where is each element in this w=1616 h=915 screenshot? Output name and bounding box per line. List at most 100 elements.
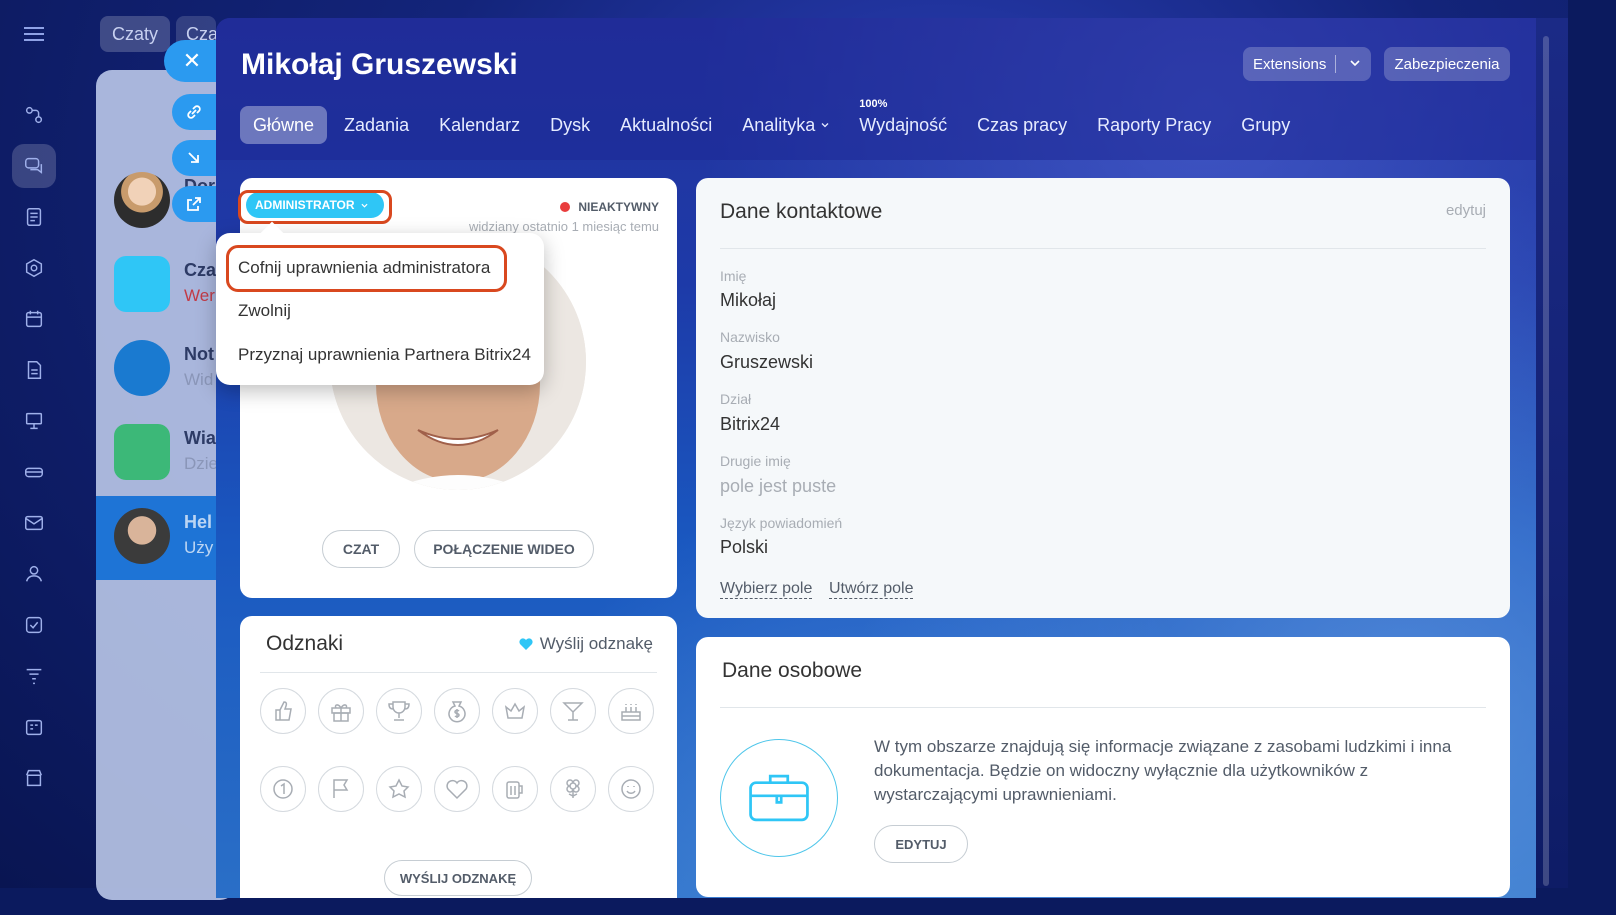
link-button[interactable] (172, 94, 216, 130)
grant-partner-menu-item[interactable]: Przyznaj uprawnienia Partnera Bitrix24 (238, 345, 531, 365)
avatar (114, 172, 170, 228)
tab-news[interactable]: Aktualności (607, 106, 725, 144)
menu-icon[interactable] (24, 27, 44, 41)
mail-icon[interactable] (12, 501, 56, 545)
extensions-button[interactable]: Extensions (1243, 47, 1371, 81)
app-sidebar (0, 0, 68, 888)
profile-header: Mikołaj Gruszewski Extensions Zabezpiecz… (216, 18, 1536, 160)
field-label: Dział (720, 391, 752, 407)
trophy-icon[interactable] (376, 688, 422, 734)
star-icon[interactable] (376, 766, 422, 812)
highlight-frame (226, 245, 507, 292)
link-icon (187, 105, 201, 119)
store-icon[interactable] (12, 756, 56, 800)
tab-chats[interactable]: Czaty (100, 16, 170, 52)
field-label: Imię (720, 268, 747, 284)
cake-icon[interactable] (608, 688, 654, 734)
field-value: Gruszewski (720, 352, 814, 372)
field-value: Mikołaj (720, 290, 777, 310)
scrollbar[interactable] (1536, 18, 1568, 888)
field-label: Język powiadomień (720, 515, 843, 531)
tab-drive[interactable]: Dysk (537, 106, 603, 144)
heart-icon[interactable] (434, 766, 480, 812)
tab-main[interactable]: Główne (240, 106, 328, 144)
personal-title: Dane osobowe (722, 659, 863, 682)
edit-button[interactable]: EDYTUJ (874, 825, 968, 863)
personal-data-card: Dane osobowe W tym obszarze znajdują się… (696, 637, 1510, 897)
divider (720, 707, 1486, 708)
field-value: Polski (720, 537, 769, 557)
chevron-down-icon (821, 123, 829, 128)
badges-card: Odznaki Wyślij odznakę WYŚLIJ ODZNAKĘ (240, 616, 677, 898)
highlight-frame (238, 190, 392, 224)
task-icon[interactable] (12, 603, 56, 647)
bookmark-icon (114, 340, 170, 396)
funnel-icon[interactable] (12, 654, 56, 698)
schedule-icon[interactable] (12, 705, 56, 749)
tab-worktime[interactable]: Czas pracy (964, 106, 1080, 144)
chat-list-item-selected[interactable]: Hel Uży (96, 496, 236, 580)
chat-title: Wia (184, 428, 216, 448)
field-label: Drugie imię (720, 453, 791, 469)
document-icon[interactable] (12, 348, 56, 392)
number-one-icon[interactable] (260, 766, 306, 812)
smile-icon[interactable] (608, 766, 654, 812)
field-value: Bitrix24 (720, 414, 781, 434)
field-label: Nazwisko (720, 329, 780, 345)
tab-calendar[interactable]: Kalendarz (426, 106, 533, 144)
external-link-icon (187, 197, 201, 211)
chat-subtitle: Wer (184, 286, 215, 305)
efficiency-badge: 100% (859, 98, 888, 110)
chat-list-item[interactable]: Wia Dzie (96, 412, 236, 496)
users-icon[interactable] (12, 552, 56, 596)
video-call-button[interactable]: POŁĄCZENIE WIDEO (414, 530, 594, 568)
badges-title: Odznaki (266, 632, 344, 655)
feed-icon[interactable] (12, 195, 56, 239)
tab-tasks[interactable]: Zadania (331, 106, 422, 144)
personal-description: W tym obszarze znajdują się informacje z… (874, 737, 1452, 804)
chat-list-item[interactable]: Not Wid (96, 328, 236, 412)
open-new-window-button[interactable] (172, 186, 216, 222)
tab-groups[interactable]: Grupy (1228, 106, 1303, 144)
chat-button[interactable]: CZAT (322, 530, 400, 568)
minimize-button[interactable] (172, 140, 216, 176)
chat-title: Not (184, 344, 214, 364)
chat-bubble-icon (114, 256, 170, 312)
tab-work-reports[interactable]: Raporty Pracy (1084, 106, 1224, 144)
tab-analytics[interactable]: Analityka (729, 106, 842, 144)
create-field-link[interactable]: Utwórz pole (829, 580, 914, 599)
hexagon-icon[interactable] (12, 246, 56, 290)
beer-icon[interactable] (492, 766, 538, 812)
thumbs-up-icon[interactable] (260, 688, 306, 734)
heart-icon (519, 638, 533, 650)
last-seen: widziany ostatnio 1 miesiąc temu (468, 219, 659, 234)
send-badge-link[interactable]: Wyślij odznakę (518, 634, 653, 654)
choose-field-link[interactable]: Wybierz pole (720, 580, 813, 599)
send-badge-button[interactable]: WYŚLIJ ODZNAKĘ (384, 860, 532, 896)
chat-list-item[interactable]: Czat Wer (96, 244, 236, 328)
chevron-down-icon[interactable] (1348, 56, 1362, 70)
calendar-icon[interactable] (12, 297, 56, 341)
gift-icon[interactable] (318, 688, 364, 734)
edit-link[interactable]: edytuj (1446, 202, 1486, 219)
security-button[interactable]: Zabezpieczenia (1384, 47, 1510, 81)
crown-icon[interactable] (492, 688, 538, 734)
flower-icon[interactable] (550, 766, 596, 812)
chat-subtitle: Dzie (184, 454, 219, 473)
presentation-icon[interactable] (12, 399, 56, 443)
profile-tabs: Główne Zadania Kalendarz Dysk Aktualnośc… (240, 98, 1307, 144)
chat-icon[interactable] (12, 144, 56, 188)
flow-icon[interactable] (12, 93, 56, 137)
money-bag-icon[interactable] (434, 688, 480, 734)
tab-efficiency[interactable]: 100% Wydajność (846, 98, 960, 144)
profile-slider: Mikołaj Gruszewski Extensions Zabezpiecz… (216, 18, 1536, 898)
status-dot (560, 202, 571, 212)
drive-icon[interactable] (12, 450, 56, 494)
chat-subtitle: Uży (184, 538, 214, 557)
dismiss-menu-item[interactable]: Zwolnij (238, 301, 291, 321)
contact-card: Dane kontaktowe edytuj Imię Mikołaj Nazw… (696, 178, 1510, 618)
cocktail-icon[interactable] (550, 688, 596, 734)
chat-title: Hel (184, 512, 213, 532)
close-slider-button[interactable]: ✕ (164, 40, 220, 82)
flag-icon[interactable] (318, 766, 364, 812)
